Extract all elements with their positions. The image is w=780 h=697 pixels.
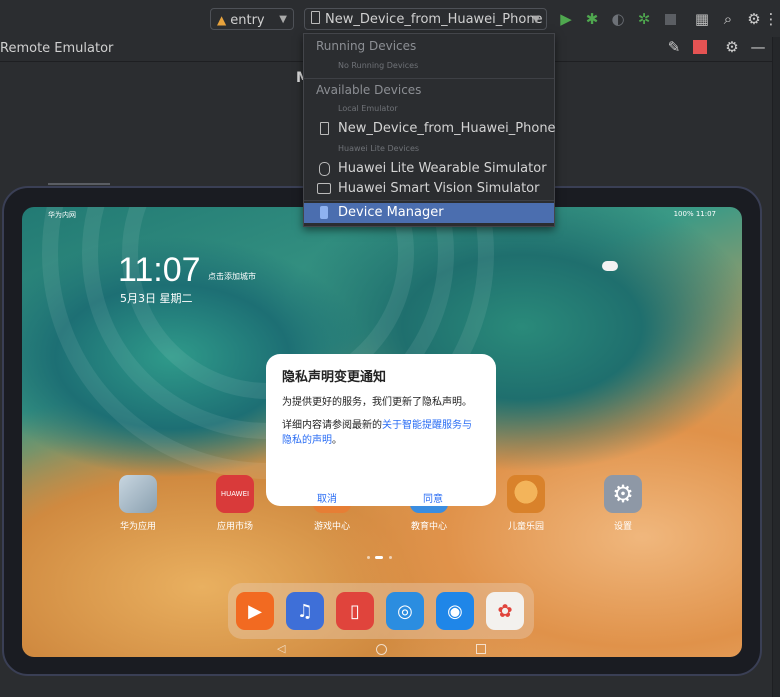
no-running-devices: No Running Devices <box>338 61 419 70</box>
pin-icon[interactable]: ✎ <box>664 37 684 57</box>
video-icon[interactable]: ▶ <box>236 592 274 630</box>
phone-icon <box>311 11 320 24</box>
side-tool-strip <box>772 37 780 697</box>
device-item-label: New_Device_from_Huawei_Phone <box>338 121 556 136</box>
page-dot <box>367 556 370 559</box>
gallery-icon[interactable]: ✿ <box>486 592 524 630</box>
debug-icon[interactable]: ✱ <box>582 9 602 29</box>
panel-title: Remote Emulator <box>0 41 114 56</box>
page-dot-active <box>375 556 383 559</box>
separator <box>304 200 554 201</box>
stop-emulator-icon[interactable] <box>690 37 710 57</box>
overflow-icon[interactable]: ⋮ <box>764 9 779 29</box>
device-dropdown: Running Devices No Running Devices Avail… <box>303 33 556 227</box>
app-appgallery[interactable]: HUAWEI 应用市场 <box>215 475 255 532</box>
search-icon[interactable]: ⌕ <box>718 9 738 29</box>
kids-monkey-icon <box>507 475 545 513</box>
watch-icon <box>319 162 330 176</box>
chevron-down-icon: ▼ <box>279 14 287 25</box>
app-settings[interactable]: ⚙ 设置 <box>603 475 643 532</box>
weather-hint: 点击添加城市 <box>208 272 256 281</box>
appgallery-icon: HUAWEI <box>216 475 254 513</box>
camera-icon <box>317 183 331 194</box>
app-label: 儿童乐园 <box>507 522 544 532</box>
running-devices-header: Running Devices <box>316 39 417 53</box>
minimize-icon[interactable]: — <box>748 37 768 57</box>
carrier-label: 华为内网 <box>48 211 76 219</box>
lock-date: 5月3日 星期二 <box>120 292 193 305</box>
device-selector[interactable]: New_Device_from_Huawei_Phone ▼ <box>304 8 547 30</box>
camera-icon[interactable]: ◉ <box>436 592 474 630</box>
available-devices-header: Available Devices <box>316 83 422 97</box>
app-label: 华为应用 <box>119 522 156 532</box>
app-label: 设置 <box>613 522 632 532</box>
panel-settings-icon[interactable]: ⚙ <box>722 37 742 57</box>
tab-indicator <box>48 183 110 185</box>
phone-icon <box>320 122 329 135</box>
books-icon[interactable]: ▯ <box>336 592 374 630</box>
lite-devices-label: Huawei Lite Devices <box>338 144 420 153</box>
app-label: 教育中心 <box>410 522 447 532</box>
recents-icon[interactable] <box>476 644 486 654</box>
chevron-down-icon: ▼ <box>532 14 540 25</box>
page-dot <box>389 556 392 559</box>
app-kids-park[interactable]: 儿童乐园 <box>506 475 546 532</box>
browser-icon[interactable]: ◎ <box>386 592 424 630</box>
app-label: 游戏中心 <box>313 522 350 532</box>
back-icon[interactable]: ◁ <box>277 642 285 655</box>
module-selector-label: entry <box>230 13 265 28</box>
module-icon: ▲ <box>217 13 227 27</box>
attach-debugger-icon[interactable]: ◐ <box>608 9 628 29</box>
privacy-dialog: 隐私声明变更通知 为提供更好的服务，我们更新了隐私声明。 详细内容请参阅最新的关… <box>266 354 496 506</box>
profile-icon[interactable]: ✲ <box>634 9 654 29</box>
local-emulator-label: Local Emulator <box>338 104 398 113</box>
appgallery-logo-text: HUAWEI <box>220 490 250 498</box>
device-manager-item[interactable]: Device Manager <box>304 203 554 223</box>
settings-icon[interactable]: ⚙ <box>744 9 764 29</box>
device-item-phone[interactable]: New_Device_from_Huawei_Phone <box>304 119 556 139</box>
cancel-button[interactable]: 取消 <box>317 490 337 505</box>
cloud-icon <box>602 261 618 271</box>
folder-icon <box>119 475 157 513</box>
device-item-label: Huawei Lite Wearable Simulator <box>338 161 547 176</box>
page-indicator <box>367 555 397 559</box>
run-icon[interactable]: ▶ <box>556 9 576 29</box>
status-right-label: 100% 11:07 <box>673 210 716 218</box>
device-item-label: Device Manager <box>338 205 444 220</box>
app-label: 应用市场 <box>216 522 253 532</box>
device-item-label: Huawei Smart Vision Simulator <box>338 181 540 196</box>
device-item-smart-vision[interactable]: Huawei Smart Vision Simulator <box>304 179 554 199</box>
settings-gear-icon: ⚙ <box>604 475 642 513</box>
module-selector[interactable]: ▲ entry ▼ <box>210 8 294 30</box>
dialog-line2-suffix: 。 <box>332 435 342 446</box>
dialog-title: 隐私声明变更通知 <box>282 370 387 385</box>
nav-bar: ◁ <box>272 642 492 655</box>
app-huawei-apps[interactable]: 华为应用 <box>118 475 158 532</box>
device-selector-label: New_Device_from_Huawei_Phone <box>325 12 543 27</box>
agree-button[interactable]: 同意 <box>423 490 443 505</box>
device-manager-icon[interactable]: ▦ <box>692 9 712 29</box>
separator <box>304 78 554 79</box>
lock-clock: 11:07 <box>118 251 201 289</box>
music-icon[interactable]: ♫ <box>286 592 324 630</box>
home-icon[interactable] <box>376 644 387 655</box>
stop-icon[interactable] <box>660 9 680 29</box>
device-item-wearable[interactable]: Huawei Lite Wearable Simulator <box>304 159 554 179</box>
dialog-line1: 为提供更好的服务，我们更新了隐私声明。 <box>282 397 472 408</box>
dialog-line2-prefix: 详细内容请参阅最新的 <box>282 420 382 431</box>
dialog-line2: 详细内容请参阅最新的关于智能提醒服务与隐私的声明。 <box>282 418 480 448</box>
device-manager-phone-icon <box>320 206 328 219</box>
app-dock: ▶ ♫ ▯ ◎ ◉ ✿ <box>228 583 534 639</box>
